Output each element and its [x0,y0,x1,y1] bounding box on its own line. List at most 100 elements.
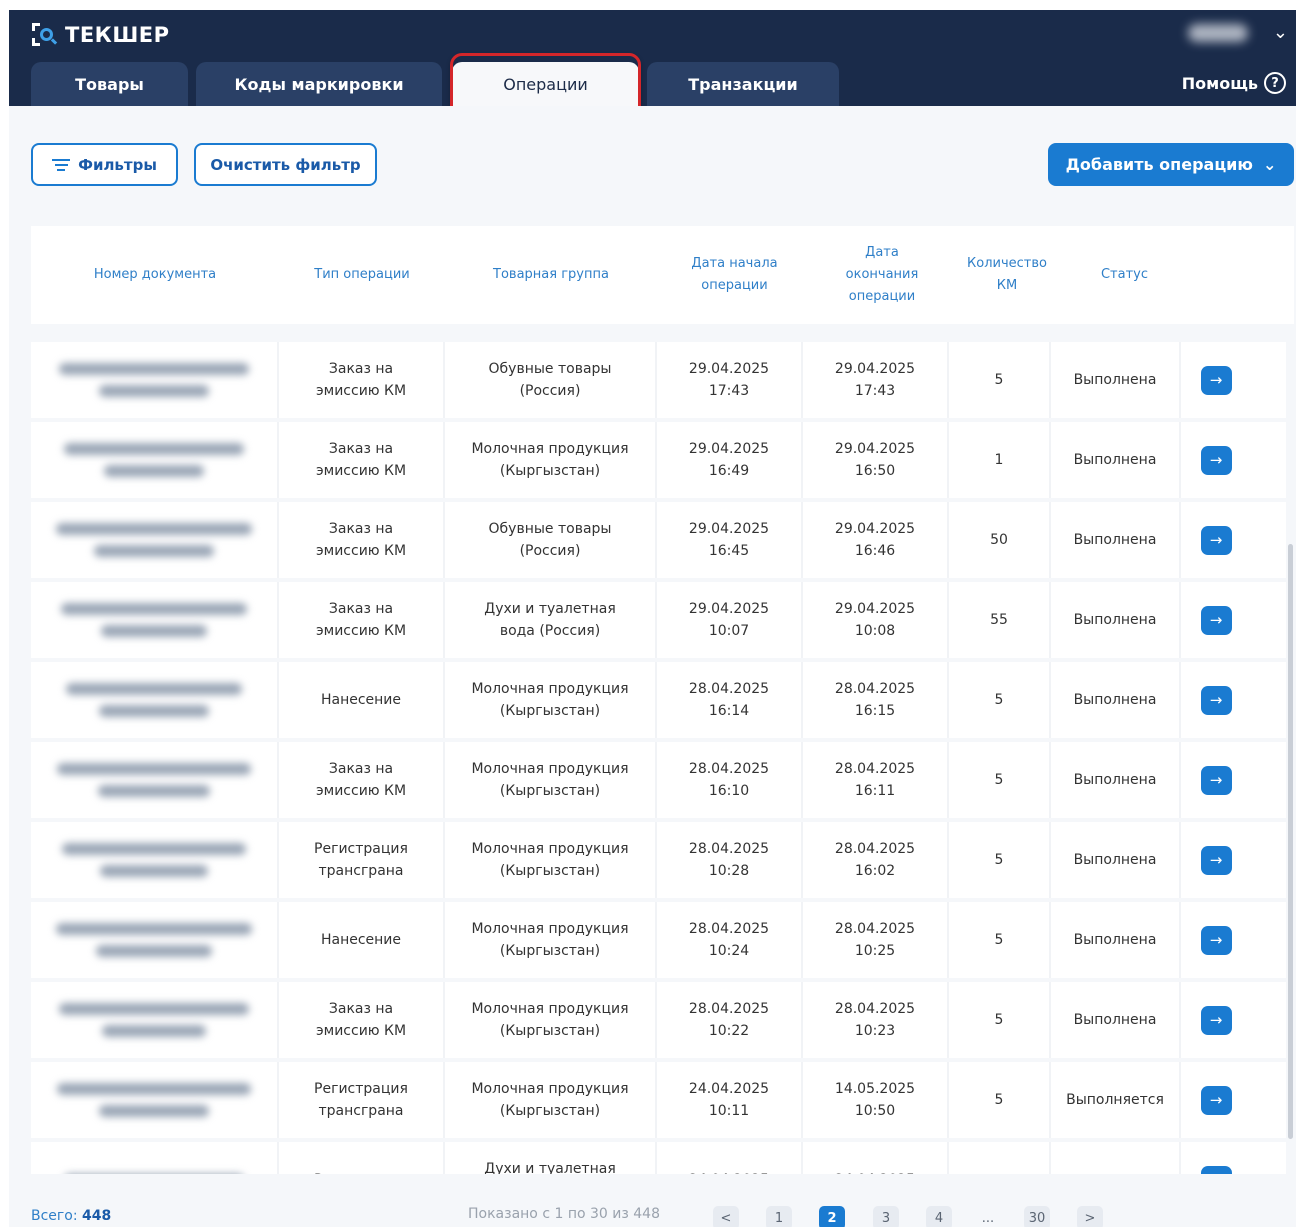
cell-status: Выполнена [1051,342,1181,418]
cell-start-date: 24.04.2025 [657,1142,803,1174]
column-header-status[interactable]: Статус [1062,226,1187,324]
add-operation-button[interactable]: Добавить операцию ⌄ [1048,143,1294,186]
cell-action: → [1181,662,1251,738]
user-name[interactable] [1188,24,1248,42]
cell-status: Выполнена [1051,742,1181,818]
open-operation-button[interactable]: → [1200,685,1232,715]
page-button[interactable]: 4 [926,1206,952,1227]
redacted-document-number [96,945,212,957]
cell-km-count: 5 [949,742,1051,818]
open-operation-button[interactable]: → [1200,365,1232,395]
open-operation-button[interactable]: → [1200,925,1232,955]
cell-action: → [1181,502,1251,578]
cell-document-number [31,902,279,978]
column-header-km-count[interactable]: Количество КМ [952,226,1062,324]
column-header-end-date[interactable]: Дата окончания операции [812,226,952,324]
page-button[interactable]: 2 [819,1206,845,1227]
open-operation-button[interactable]: → [1200,1085,1232,1115]
column-header-document-number[interactable]: Номер документа [31,226,279,324]
table-row[interactable]: Заказ на эмиссию КМ Духи и туалетная вода… [31,582,1286,658]
table-row[interactable]: Заказ на эмиссию КМ Обувные товары (Росси… [31,342,1286,418]
redacted-document-number [61,603,247,615]
cell-product-group: Молочная продукция (Кыргызстан) [445,1062,657,1138]
tab-products[interactable]: Товары [31,62,188,106]
operations-table-header: Номер документа Тип операции Товарная гр… [31,226,1294,324]
cell-product-group: Молочная продукция (Кыргызстан) [445,822,657,898]
redacted-document-number [104,465,204,477]
cell-end-date: 28.04.2025 10:25 [803,902,949,978]
redacted-document-number [57,1083,251,1095]
column-header-start-date[interactable]: Дата начала операции [657,226,812,324]
next-page-button[interactable]: > [1077,1206,1103,1227]
open-operation-button[interactable]: → [1200,845,1232,875]
logo-icon [31,22,59,48]
prev-page-button[interactable]: < [713,1206,739,1227]
open-operation-button[interactable]: → [1200,1165,1232,1174]
clear-filter-button[interactable]: Очистить фильтр [194,143,377,186]
cell-document-number [31,1062,279,1138]
total-value: 448 [82,1208,112,1224]
table-scrollbar[interactable] [1288,544,1293,1139]
cell-end-date: 28.04.2025 10:23 [803,982,949,1058]
cell-end-date: 29.04.2025 16:50 [803,422,949,498]
open-operation-button[interactable]: → [1200,445,1232,475]
operations-table-body: Заказ на эмиссию КМ Обувные товары (Росси… [31,342,1286,1174]
redacted-document-number [57,763,251,775]
question-circle-icon: ? [1264,72,1286,94]
table-row[interactable]: Регистрация трансграна Молочная продукция… [31,822,1286,898]
cell-end-date: 29.04.2025 17:43 [803,342,949,418]
table-row[interactable]: Заказ на эмиссию КМ Молочная продукция (К… [31,422,1286,498]
filter-icon [52,158,71,171]
redacted-document-number [56,523,252,535]
shown-range-text: Показано с 1 по 30 из 448 [468,1206,660,1222]
tab-marking-codes[interactable]: Коды маркировки [196,62,442,106]
app-logo[interactable]: ТЕКШЕР [31,22,170,48]
user-menu-chevron-icon[interactable]: ⌄ [1273,22,1288,43]
cell-status: Выполнена [1051,422,1181,498]
open-operation-button[interactable]: → [1200,605,1232,635]
redacted-document-number [102,1025,206,1037]
cell-start-date: 28.04.2025 10:28 [657,822,803,898]
table-row[interactable]: РегистрацияДухи и туалетная вода24.04.20… [31,1142,1286,1174]
filters-label: Фильтры [78,155,157,174]
redacted-document-number [56,923,252,935]
chevron-down-icon: ⌄ [1262,155,1277,174]
table-row[interactable]: Заказ на эмиссию КМ Обувные товары (Росси… [31,502,1286,578]
cell-status: Выполнена [1051,502,1181,578]
open-operation-button[interactable]: → [1200,525,1232,555]
redacted-document-number [64,443,244,455]
filters-button[interactable]: Фильтры [31,143,178,186]
cell-document-number [31,502,279,578]
table-row[interactable]: Заказ на эмиссию КМ Молочная продукция (К… [31,982,1286,1058]
cell-end-date: 28.04.2025 16:15 [803,662,949,738]
cell-start-date: 24.04.2025 10:11 [657,1062,803,1138]
page-button[interactable]: 1 [766,1206,792,1227]
page-button[interactable]: 3 [873,1206,899,1227]
tab-transactions[interactable]: Транзакции [647,62,839,106]
column-header-product-group[interactable]: Товарная группа [445,226,657,324]
table-row[interactable]: Заказ на эмиссию КМ Молочная продукция (К… [31,742,1286,818]
cell-start-date: 29.04.2025 17:43 [657,342,803,418]
cell-product-group: Молочная продукция (Кыргызстан) [445,742,657,818]
table-row[interactable]: Нанесение Молочная продукция (Кыргызстан)… [31,662,1286,738]
cell-document-number [31,742,279,818]
cell-status: Выполнена [1051,902,1181,978]
table-row[interactable]: Регистрация трансграна Молочная продукция… [31,1062,1286,1138]
cell-product-group: Духи и туалетная вода (Россия) [445,582,657,658]
cell-start-date: 29.04.2025 16:45 [657,502,803,578]
page-button[interactable]: 30 [1024,1206,1050,1227]
cell-end-date: 28.04.2025 16:02 [803,822,949,898]
logo-text: ТЕКШЕР [65,23,170,47]
help-link[interactable]: Помощь ? [1182,72,1286,94]
open-operation-button[interactable]: → [1200,1005,1232,1035]
cell-end-date: 14.05.2025 10:50 [803,1062,949,1138]
cell-operation-type: Регистрация трансграна [279,822,445,898]
column-header-operation-type[interactable]: Тип операции [279,226,445,324]
redacted-document-number [101,625,207,637]
cell-status: Выполняется [1051,1062,1181,1138]
open-operation-button[interactable]: → [1200,765,1232,795]
cell-product-group: Молочная продукция (Кыргызстан) [445,982,657,1058]
cell-end-date: 24.04.2025 [803,1142,949,1174]
table-row[interactable]: Нанесение Молочная продукция (Кыргызстан)… [31,902,1286,978]
redacted-document-number [66,683,242,695]
